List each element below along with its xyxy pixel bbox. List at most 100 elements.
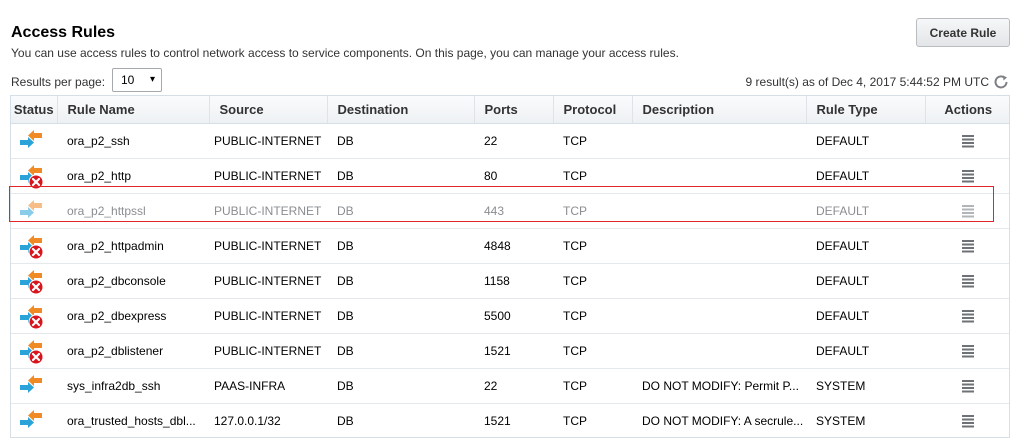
source-cell: PUBLIC-INTERNET (209, 298, 327, 334)
arrows-exchange-disabled-icon (20, 234, 44, 259)
table-row[interactable]: ora_p2_httpssl PUBLIC-INTERNET DB 443 TCP DEF… (11, 193, 1009, 229)
create-rule-button[interactable]: Create Rule (916, 18, 1010, 47)
actions-menu-icon[interactable] (961, 204, 975, 218)
status-cell (11, 368, 57, 404)
status-cell (11, 263, 57, 299)
arrows-exchange-disabled-icon (20, 339, 44, 364)
column-header-destination[interactable]: Destination (327, 96, 475, 124)
protocol-cell: TCP (553, 368, 632, 404)
status-cell (11, 123, 57, 159)
status-cell (11, 158, 57, 194)
table-row[interactable]: ora_trusted_hosts_dbl... 127.0.0.1/32 DB 15… (11, 403, 1009, 437)
actions-cell (925, 403, 1009, 437)
actions-menu-icon[interactable] (961, 134, 975, 148)
table-row[interactable]: ora_p2_dbconsole PUBLIC-INTERNET DB 1158 TCP… (11, 263, 1009, 299)
column-header-rule-type[interactable]: Rule Type (806, 96, 926, 124)
status-cell (11, 298, 57, 334)
table-row[interactable]: ora_p2_ssh PUBLIC-INTERNET DB 22 TCP DEFAULT (11, 123, 1009, 159)
page-description: You can use access rules to control netw… (11, 46, 679, 60)
destination-cell: DB (327, 298, 474, 334)
actions-cell (925, 228, 1009, 264)
actions-cell (925, 193, 1009, 229)
table-row[interactable]: ora_p2_http PUBLIC-INTERNET DB 80 TCP DEFAULT (11, 158, 1009, 194)
actions-menu-icon[interactable] (961, 274, 975, 288)
destination-cell: DB (327, 333, 474, 369)
actions-menu-icon[interactable] (961, 414, 975, 428)
description-cell (632, 263, 806, 299)
actions-cell (925, 263, 1009, 299)
table-header-row: Status Rule Name Source Destination Port… (11, 96, 1009, 124)
description-cell (632, 158, 806, 194)
rule-type-cell: DEFAULT (806, 193, 925, 229)
source-cell: PUBLIC-INTERNET (209, 158, 327, 194)
actions-cell (925, 333, 1009, 369)
protocol-cell: TCP (553, 123, 632, 159)
destination-cell: DB (327, 263, 474, 299)
description-cell (632, 298, 806, 334)
rule-type-cell: DEFAULT (806, 333, 925, 369)
destination-cell: DB (327, 228, 474, 264)
destination-cell: DB (327, 403, 474, 437)
table-row[interactable]: ora_p2_httpadmin PUBLIC-INTERNET DB 4848 TCP… (11, 228, 1009, 264)
ports-cell: 22 (474, 368, 553, 404)
results-per-page-select[interactable]: 10 ▾ (112, 68, 162, 92)
column-header-description[interactable]: Description (632, 96, 807, 124)
protocol-cell: TCP (553, 193, 632, 229)
actions-menu-icon[interactable] (961, 344, 975, 358)
table-row[interactable]: sys_infra2db_ssh PAAS-INFRA DB 22 TCP DO NOT … (11, 368, 1009, 404)
rule-name-cell: sys_infra2db_ssh (57, 368, 209, 404)
chevron-down-icon: ▾ (149, 74, 155, 85)
table-row[interactable]: ora_p2_dbexpress PUBLIC-INTERNET DB 5500 TCP… (11, 298, 1009, 334)
ports-cell: 22 (474, 123, 553, 159)
ports-cell: 1521 (474, 403, 553, 437)
table-row[interactable]: ora_p2_dblistener PUBLIC-INTERNET DB 1521 TC… (11, 333, 1009, 369)
rule-name-cell: ora_p2_http (57, 158, 209, 194)
results-per-page-value: 10 (121, 73, 135, 87)
actions-menu-icon[interactable] (961, 169, 975, 183)
rule-name-cell: ora_trusted_hosts_dbl... (57, 403, 209, 437)
column-header-protocol[interactable]: Protocol (553, 96, 633, 124)
arrows-exchange-icon (20, 129, 42, 148)
description-cell: DO NOT MODIFY: A secrule... (632, 403, 806, 437)
actions-menu-icon[interactable] (961, 379, 975, 393)
page-title: Access Rules (11, 24, 116, 41)
source-cell: PUBLIC-INTERNET (209, 228, 327, 264)
ports-cell: 1158 (474, 263, 553, 299)
actions-menu-icon[interactable] (961, 309, 975, 323)
status-cell (11, 333, 57, 369)
rule-type-cell: SYSTEM (806, 368, 925, 404)
results-per-page-label: Results per page: (11, 75, 106, 89)
rule-name-cell: ora_p2_dbexpress (57, 298, 209, 334)
protocol-cell: TCP (553, 158, 632, 194)
results-status: 9 result(s) as of Dec 4, 2017 5:44:52 PM… (745, 75, 989, 89)
source-cell: PUBLIC-INTERNET (209, 333, 327, 369)
actions-menu-icon[interactable] (961, 239, 975, 253)
protocol-cell: TCP (553, 403, 632, 437)
ports-cell: 4848 (474, 228, 553, 264)
access-rules-table: Status Rule Name Source Destination Port… (10, 95, 1010, 438)
description-cell (632, 333, 806, 369)
protocol-cell: TCP (553, 263, 632, 299)
protocol-cell: TCP (553, 298, 632, 334)
destination-cell: DB (327, 193, 474, 229)
rule-name-cell: ora_p2_dblistener (57, 333, 209, 369)
actions-cell (925, 158, 1009, 194)
refresh-icon[interactable] (993, 74, 1009, 90)
ports-cell: 80 (474, 158, 553, 194)
destination-cell: DB (327, 368, 474, 404)
column-header-status[interactable]: Status (11, 96, 58, 124)
protocol-cell: TCP (553, 333, 632, 369)
ports-cell: 5500 (474, 298, 553, 334)
column-header-ports[interactable]: Ports (474, 96, 554, 124)
ports-cell: 443 (474, 193, 553, 229)
column-header-source[interactable]: Source (209, 96, 328, 124)
source-cell: 127.0.0.1/32 (209, 403, 327, 437)
source-cell: PAAS-INFRA (209, 368, 327, 404)
description-cell (632, 193, 806, 229)
rule-type-cell: DEFAULT (806, 263, 925, 299)
column-header-rule-name[interactable]: Rule Name (57, 96, 210, 124)
description-cell: DO NOT MODIFY: Permit P... (632, 368, 806, 404)
rule-name-cell: ora_p2_httpssl (57, 193, 209, 229)
source-cell: PUBLIC-INTERNET (209, 193, 327, 229)
protocol-cell: TCP (553, 228, 632, 264)
